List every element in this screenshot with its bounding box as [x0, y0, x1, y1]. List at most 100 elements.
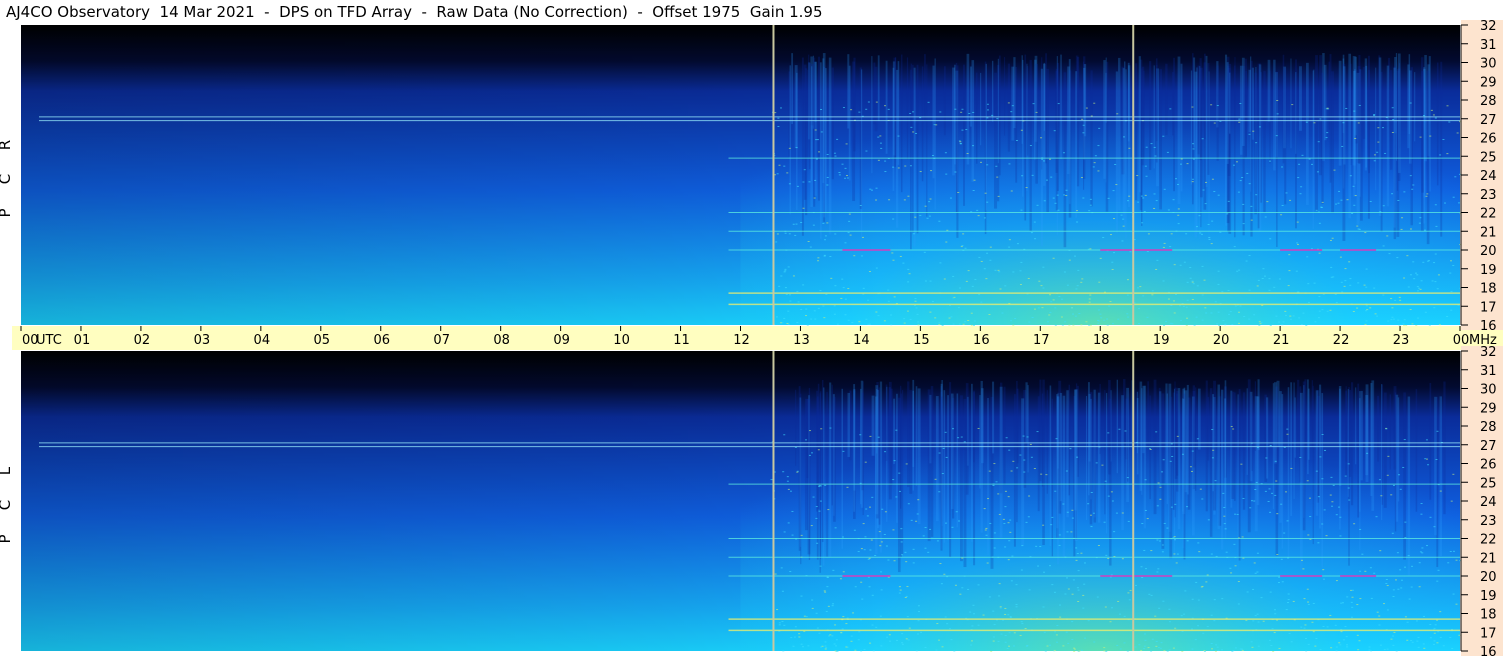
- y-tick-label: 32: [1480, 345, 1497, 360]
- texture-streak: [1429, 382, 1432, 500]
- noise-speckle: [800, 534, 803, 536]
- noise-speckle: [1403, 439, 1406, 441]
- noise-speckle: [1370, 597, 1373, 599]
- noise-speckle: [997, 493, 1000, 495]
- texture-streak: [1051, 398, 1054, 557]
- noise-speckle: [1382, 127, 1385, 129]
- y-tick-label: 20: [1480, 244, 1497, 259]
- noise-speckle: [1451, 647, 1454, 649]
- noise-speckle: [1434, 253, 1437, 255]
- noise-speckle: [829, 634, 832, 636]
- noise-speckle: [1115, 512, 1118, 514]
- noise-speckle: [983, 508, 986, 510]
- noise-speckle: [1146, 518, 1149, 520]
- noise-speckle: [927, 101, 930, 103]
- noise-speckle: [1436, 288, 1439, 290]
- noise-speckle: [830, 277, 833, 279]
- texture-streak: [1147, 381, 1149, 449]
- noise-speckle: [1155, 641, 1158, 643]
- noise-speckle: [889, 640, 892, 642]
- noise-speckle: [851, 322, 854, 324]
- noise-speckle: [1128, 195, 1131, 197]
- x-tick-label: 14: [853, 333, 870, 348]
- noise-speckle: [1334, 293, 1337, 295]
- noise-speckle: [938, 324, 941, 326]
- texture-streak: [1410, 67, 1413, 226]
- texture-streak: [1246, 388, 1248, 475]
- noise-speckle: [1071, 313, 1074, 315]
- noise-speckle: [1007, 522, 1010, 524]
- texture-streak: [1216, 65, 1219, 161]
- noise-speckle: [1099, 313, 1102, 315]
- noise-speckle: [972, 111, 975, 113]
- noise-speckle: [1429, 624, 1432, 626]
- noise-speckle: [834, 285, 837, 287]
- noise-speckle: [1102, 237, 1105, 239]
- noise-speckle: [1126, 477, 1129, 479]
- noise-speckle: [1317, 542, 1320, 544]
- texture-streak: [971, 383, 973, 542]
- noise-speckle: [1248, 133, 1251, 135]
- noise-speckle: [1100, 317, 1103, 319]
- noise-speckle: [1386, 648, 1389, 650]
- noise-speckle: [888, 634, 891, 636]
- noise-speckle: [974, 279, 977, 281]
- noise-speckle: [1210, 643, 1213, 645]
- texture-streak: [1302, 381, 1306, 531]
- noise-speckle: [858, 321, 861, 323]
- texture-streak: [1046, 68, 1049, 213]
- noise-speckle: [1364, 570, 1367, 572]
- noise-speckle: [939, 563, 942, 565]
- noise-speckle: [1422, 261, 1425, 263]
- noise-speckle: [1255, 194, 1258, 196]
- noise-speckle: [1189, 266, 1192, 268]
- noise-speckle: [788, 233, 791, 235]
- texture-streak: [1125, 69, 1127, 239]
- x-tick-label: 04: [254, 333, 271, 348]
- noise-speckle: [850, 640, 853, 642]
- noise-speckle: [1016, 467, 1019, 469]
- noise-speckle: [1344, 475, 1347, 477]
- noise-speckle: [1063, 271, 1066, 273]
- noise-speckle: [1288, 270, 1291, 272]
- polarization-letter: P: [0, 208, 14, 217]
- noise-speckle: [775, 316, 778, 318]
- noise-speckle: [988, 596, 991, 598]
- noise-speckle: [1077, 269, 1080, 271]
- noise-speckle: [875, 101, 878, 103]
- noise-speckle: [1220, 649, 1223, 651]
- noise-speckle: [1098, 127, 1101, 129]
- noise-speckle: [1111, 269, 1114, 271]
- noise-speckle: [1002, 518, 1005, 520]
- noise-speckle: [1245, 260, 1248, 262]
- noise-speckle: [1197, 542, 1200, 544]
- noise-speckle: [1326, 107, 1329, 109]
- noise-speckle: [923, 251, 926, 253]
- noise-speckle: [1354, 195, 1357, 197]
- texture-streak: [1287, 387, 1290, 557]
- noise-speckle: [789, 571, 792, 573]
- noise-speckle: [1272, 650, 1275, 652]
- noise-speckle: [1011, 105, 1014, 107]
- noise-speckle: [1386, 609, 1389, 611]
- noise-speckle: [1439, 636, 1442, 638]
- noise-speckle: [1193, 324, 1196, 326]
- noise-speckle: [1007, 496, 1010, 498]
- noise-speckle: [1450, 291, 1453, 293]
- x-tick-label: 22: [1333, 333, 1350, 348]
- noise-speckle: [1150, 550, 1153, 552]
- texture-streak: [1180, 63, 1183, 192]
- noise-speckle: [809, 246, 812, 248]
- noise-speckle: [1238, 322, 1241, 324]
- noise-speckle: [1061, 324, 1064, 326]
- noise-speckle: [1223, 507, 1226, 509]
- noise-speckle: [1409, 175, 1412, 177]
- noise-speckle: [1144, 479, 1147, 481]
- texture-streak: [1068, 59, 1071, 204]
- x-tick-label: 00: [1453, 333, 1470, 348]
- texture-streak: [892, 67, 895, 191]
- texture-streak: [1127, 62, 1130, 142]
- noise-speckle: [916, 313, 919, 315]
- noise-speckle: [1128, 599, 1131, 601]
- noise-speckle: [1008, 246, 1011, 248]
